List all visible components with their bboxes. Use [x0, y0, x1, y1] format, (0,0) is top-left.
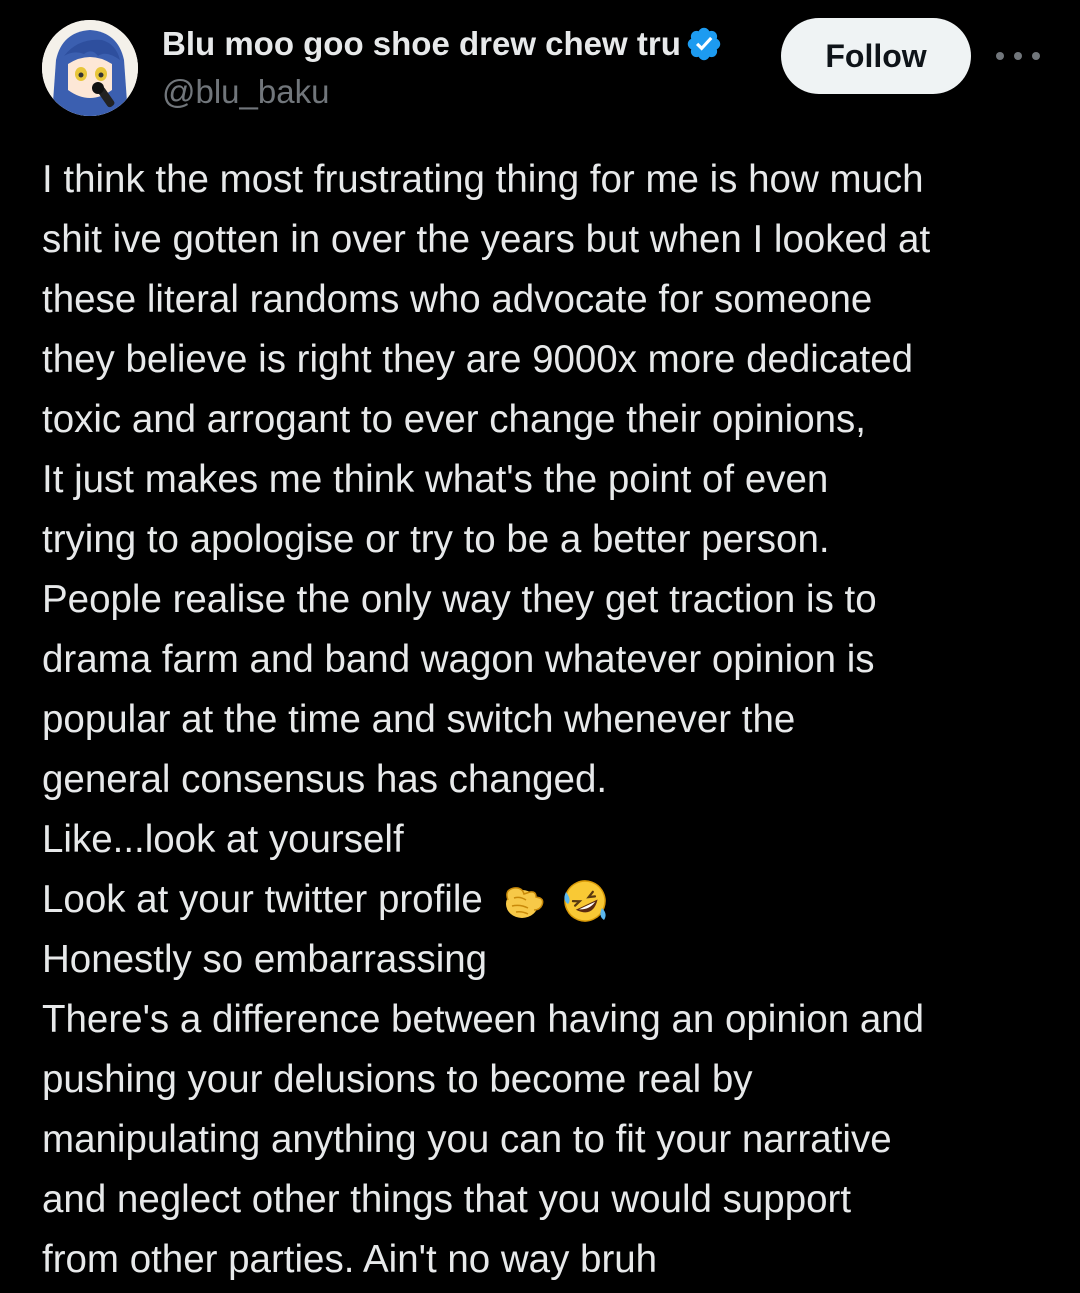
tweet-line: manipulating anything you can to fit you…	[42, 1118, 892, 1161]
tweet-line: these literal randoms who advocate for s…	[42, 278, 873, 321]
follow-button[interactable]: Follow	[781, 18, 971, 94]
tweet-line: from other parties. Ain't no way bruh	[42, 1238, 658, 1281]
author-display-name[interactable]: Blu moo goo shoe drew chew tru	[162, 22, 681, 66]
avatar[interactable]	[42, 20, 138, 116]
tweet-line: toxic and arrogant to ever change their …	[42, 398, 866, 441]
tweet-line: People realise the only way they get tra…	[42, 578, 877, 621]
tweet-line: they believe is right they are 9000x mor…	[42, 338, 914, 381]
more-dot	[996, 52, 1004, 60]
tweet-line: drama farm and band wagon whatever opini…	[42, 638, 875, 681]
more-options-icon[interactable]	[996, 38, 1040, 74]
anime-avatar-icon	[42, 20, 138, 116]
tweet-line: trying to apologise or try to be a bette…	[42, 518, 830, 561]
author-name-row: Blu moo goo shoe drew chew tru	[162, 22, 723, 66]
tweet-header: Blu moo goo shoe drew chew tru @blu_baku…	[0, 0, 1080, 130]
author-handle[interactable]: @blu_baku	[162, 70, 329, 114]
verified-badge-icon	[685, 25, 723, 63]
tweet-line: pushing your delusions to become real by	[42, 1058, 753, 1101]
pointing-hand-emoji	[500, 878, 546, 924]
tweet-text: I think the most frustrating thing for m…	[42, 150, 1052, 1290]
tweet-line: shit ive gotten in over the years but wh…	[42, 218, 931, 261]
tweet-line: I think the most frustrating thing for m…	[42, 158, 924, 201]
tweet-line: It just makes me think what's the point …	[42, 458, 829, 501]
tweet-line: general consensus has changed.	[42, 758, 608, 801]
tweet-line: Like...look at yourself	[42, 818, 404, 861]
tweet-line: popular at the time and switch whenever …	[42, 698, 796, 741]
tweet-line-text: Look at your twitter profile	[42, 878, 483, 921]
rolling-laughing-emoji	[562, 878, 608, 924]
tweet-line: and neglect other things that you would …	[42, 1178, 852, 1221]
tweet-line: Honestly so embarrassing	[42, 938, 488, 981]
tweet-line-with-emoji: Look at your twitter profile	[42, 870, 1052, 930]
more-dot	[1032, 52, 1040, 60]
tweet-line: There's a difference between having an o…	[42, 998, 925, 1041]
more-dot	[1014, 52, 1022, 60]
